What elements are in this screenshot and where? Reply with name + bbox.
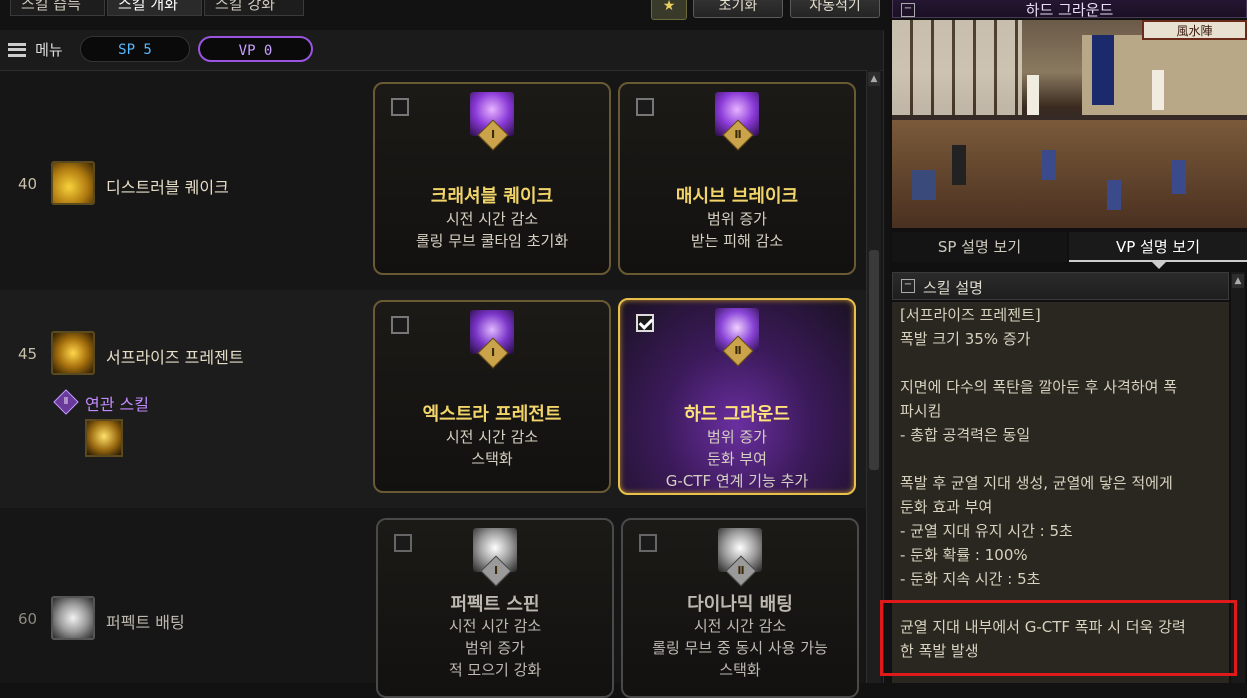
bloom-card-line: 스택화 [471, 450, 513, 468]
bloom-card-line: 시전 시간 감소 [693, 617, 787, 635]
row-level: 45 [18, 345, 38, 363]
section-title: 스킬 설명 [923, 279, 983, 297]
dojo-banner: 風水陣 [1142, 20, 1247, 40]
bloom-checkbox[interactable] [636, 98, 654, 116]
bloom-card-line: 범위 증가 [465, 639, 525, 657]
auto-icon-button[interactable]: ★ [651, 0, 687, 20]
bloom-checkbox[interactable] [394, 534, 412, 552]
bloom-card-perfect-spin[interactable]: Ⅰ 퍼펙트 스핀 시전 시간 감소 범위 증가 적 모으기 강화 [376, 518, 614, 698]
bloom-card-line: 시전 시간 감소 [445, 210, 539, 228]
menu-label: 메뉴 [35, 41, 63, 59]
bloom-card-line: 롤링 무브 중 동시 사용 가능 [652, 639, 828, 657]
bloom-card-title: 다이나믹 배팅 [687, 594, 793, 615]
row-skill-name: 서프라이즈 프레젠트 [106, 348, 244, 367]
desc-line: 파시킴 [900, 402, 942, 420]
reset-button[interactable]: 초기화 [693, 0, 783, 18]
row-skill-name: 퍼펙트 배팅 [106, 613, 185, 632]
related-skill-icon[interactable] [85, 419, 123, 457]
skill-bloom-panel: 메뉴 SP 5 VP 0 40 디스트러블 퀘이크 Ⅰ 크래셔블 퀘이크 시전 … [0, 30, 884, 698]
bloom-card-extra-present[interactable]: Ⅰ 엑스트라 프레전트 시전 시간 감소 스택화 [373, 300, 611, 493]
bloom-card-line: 범위 증가 [707, 428, 767, 446]
bloom-card-title: 퍼펙트 스핀 [450, 594, 540, 615]
bloom-card-line: 시전 시간 감소 [448, 617, 542, 635]
surprise-present-icon[interactable] [51, 331, 95, 375]
skill-description-header: − 스킬 설명 [892, 272, 1229, 300]
detail-title: 하드 그라운드 [1025, 1, 1114, 19]
bloom-card-line: 받는 피해 감소 [690, 232, 784, 250]
bloom-card-line: 적 모으기 강화 [448, 661, 542, 679]
row-level: 40 [18, 175, 38, 193]
desc-line: 폭발 후 균열 지대 생성, 균열에 닿은 적에게 [900, 474, 1173, 492]
desc-line: - 둔화 지속 시간 : 5초 [900, 570, 1041, 588]
bloom-card-massive-break[interactable]: Ⅱ 매시브 브레이크 범위 증가 받는 피해 감소 [618, 82, 856, 275]
bloom-checkbox[interactable] [391, 98, 409, 116]
row-skill-name: 디스트러블 퀘이크 [106, 178, 229, 197]
scroll-up-arrow[interactable]: ▲ [1232, 274, 1244, 288]
left-scrollbar[interactable]: ▲ [866, 70, 881, 683]
desc-line: 둔화 효과 부여 [900, 498, 993, 516]
bloom-card-title: 하드 그라운드 [684, 404, 790, 425]
row-level: 60 [18, 610, 38, 628]
tab-skill-bloom[interactable]: 스킬 개화 [107, 0, 202, 16]
bloom-card-title: 매시브 브레이크 [675, 186, 799, 207]
desc-line: [서프라이즈 프레젠트] [900, 306, 1041, 324]
vp-counter: VP 0 [198, 36, 313, 62]
bloom-card-line: 스택화 [719, 661, 761, 679]
menu-bar: 메뉴 SP 5 VP 0 [0, 30, 883, 71]
bloom-card-title: 엑스트라 프레전트 [422, 404, 562, 425]
bloom-card-hard-ground[interactable]: Ⅱ 하드 그라운드 범위 증가 둔화 부여 G-CTF 연계 기능 추가 [618, 298, 856, 495]
bloom-card-line: 시전 시간 감소 [445, 428, 539, 446]
bloom-checkbox[interactable] [639, 534, 657, 552]
tab-skill-learn[interactable]: 스킬 습득 [10, 0, 105, 16]
bloom-card-line: 둔화 부여 [707, 450, 767, 468]
bloom-card-title: 크래셔블 퀘이크 [430, 186, 554, 207]
hamburger-icon [8, 42, 26, 57]
bloom-checkbox[interactable] [391, 316, 409, 334]
desc-line: 폭발 크기 35% 증가 [900, 330, 1031, 348]
skill-preview-image: 風水陣 [892, 20, 1247, 228]
scroll-up-arrow[interactable]: ▲ [868, 72, 880, 86]
destructible-quake-icon[interactable] [51, 161, 95, 205]
tab-vp-description[interactable]: VP 설명 보기 [1069, 232, 1247, 262]
star-icon: ★ [662, 0, 676, 14]
detail-title-bar: − 하드 그라운드 [892, 0, 1247, 19]
tab-skill-enhance[interactable]: 스킬 강화 [204, 0, 304, 16]
bloom-card-crashable-quake[interactable]: Ⅰ 크래셔블 퀘이크 시전 시간 감소 롤링 무브 쿨타임 초기화 [373, 82, 611, 275]
sp-counter: SP 5 [80, 36, 190, 62]
highlight-box [880, 600, 1237, 676]
bloom-card-dynamic-betting[interactable]: Ⅱ 다이나믹 배팅 시전 시간 감소 롤링 무브 중 동시 사용 가능 스택화 [621, 518, 859, 698]
auto-assign-button[interactable]: 자동적기 [790, 0, 880, 18]
bloom-card-line: 범위 증가 [707, 210, 767, 228]
detail-panel: − 하드 그라운드 風水陣 SP 설명 보기 VP 설명 보기 − 스킬 설명 … [880, 0, 1247, 683]
desc-line: - 둔화 확률 : 100% [900, 546, 1028, 564]
desc-line: 지면에 다수의 폭탄을 깔아둔 후 사격하여 폭 [900, 378, 1178, 396]
desc-line: - 총합 공격력은 동일 [900, 426, 1031, 444]
tab-sp-description[interactable]: SP 설명 보기 [892, 232, 1067, 262]
bloom-card-line: 롤링 무브 쿨타임 초기화 [415, 232, 569, 250]
perfect-betting-icon[interactable] [51, 596, 95, 640]
active-tab-pointer [1152, 262, 1166, 269]
bloom-card-line: G-CTF 연계 기능 추가 [665, 472, 809, 490]
related-skill-label: 연관 스킬 [85, 395, 149, 414]
bloom-checkbox-checked[interactable] [636, 314, 654, 332]
desc-line: - 균열 지대 유지 시간 : 5초 [900, 522, 1073, 540]
scroll-thumb[interactable] [869, 250, 879, 470]
menu-button[interactable]: 메뉴 [8, 39, 63, 61]
collapse-icon[interactable]: − [901, 279, 915, 293]
